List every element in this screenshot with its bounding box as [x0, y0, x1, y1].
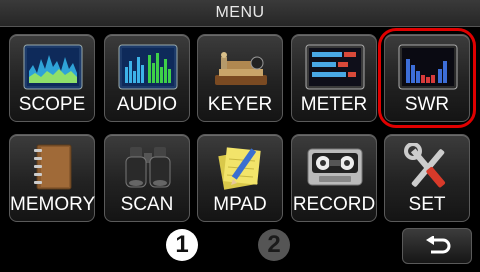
memory-button[interactable]: MEMORY: [9, 134, 95, 222]
swr-label: SWR: [404, 94, 450, 115]
mpad-button[interactable]: MPAD: [197, 134, 283, 222]
tape-recorder-icon: [307, 148, 363, 186]
meter-label: METER: [300, 94, 368, 115]
audio-label: AUDIO: [116, 94, 178, 115]
set-button[interactable]: SET: [384, 134, 470, 222]
page-1-indicator[interactable]: 1: [166, 229, 198, 261]
swr-button[interactable]: SWR: [384, 34, 470, 122]
keyer-button[interactable]: KEYER: [197, 34, 283, 122]
audio-icon: [118, 44, 178, 90]
swr-icon: [398, 44, 458, 90]
scan-button[interactable]: SCAN: [104, 134, 190, 222]
keyer-icon: [215, 52, 267, 85]
meter-button[interactable]: METER: [291, 34, 377, 122]
menu-title: MENU: [0, 0, 480, 27]
scope-icon: [23, 44, 83, 90]
page-2-indicator[interactable]: 2: [258, 229, 290, 261]
memory-label: MEMORY: [10, 194, 96, 215]
memory-icon: [34, 144, 72, 190]
keyer-label: KEYER: [207, 94, 273, 115]
scan-label: SCAN: [120, 194, 174, 215]
mpad-label: MPAD: [213, 194, 267, 215]
record-button[interactable]: RECORD: [291, 134, 377, 222]
record-label: RECORD: [292, 194, 376, 215]
audio-button[interactable]: AUDIO: [104, 34, 190, 122]
notepad-icon: [218, 147, 261, 190]
return-arrow-icon: [426, 236, 451, 254]
tools-icon: [404, 143, 446, 188]
set-label: SET: [408, 194, 446, 215]
binoculars-icon: [125, 147, 171, 188]
back-button[interactable]: [402, 228, 472, 264]
meter-icon: [305, 44, 365, 90]
scope-label: SCOPE: [18, 94, 86, 115]
scope-button[interactable]: SCOPE: [9, 34, 95, 122]
